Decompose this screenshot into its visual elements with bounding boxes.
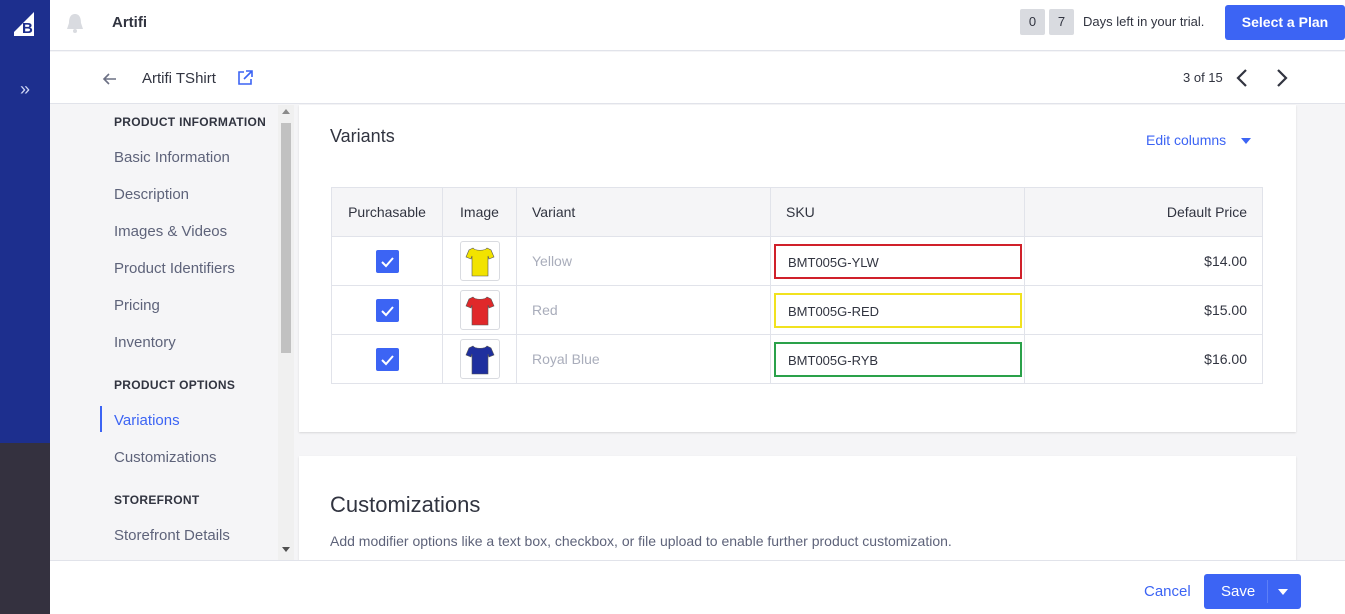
trial-text: Days left in your trial. (1083, 14, 1205, 29)
caret-down-icon[interactable] (1241, 138, 1251, 144)
caret-down-icon[interactable] (1278, 589, 1288, 595)
column-header-image[interactable]: Image (442, 187, 517, 237)
variant-image[interactable] (459, 339, 500, 379)
bell-icon[interactable] (64, 12, 86, 34)
variants-card: Variants Edit columns Purchasable Image … (299, 105, 1296, 432)
customizations-card: Customizations Add modifier options like… (299, 456, 1296, 566)
chevron-right-icon[interactable] (1271, 67, 1291, 89)
nav-item-customizations[interactable]: Customizations (114, 449, 217, 466)
tshirt-icon (465, 296, 494, 326)
table-header-row: Purchasable Image Variant SKU Default Pr… (331, 187, 1263, 237)
scroll-up-arrow-icon[interactable] (282, 109, 290, 114)
nav-item-description[interactable]: Description (114, 186, 189, 203)
svg-text:B: B (22, 20, 33, 37)
variant-name: Royal Blue (532, 351, 600, 367)
top-header: Artifi 0 7 Days left in your trial. Sele… (50, 0, 1345, 51)
scroll-down-arrow-icon[interactable] (282, 547, 290, 552)
side-navigation: PRODUCT INFORMATION Basic Information De… (50, 105, 278, 560)
left-rail: B » (0, 0, 50, 614)
table-row: Yellow BMT005G-YLW $14.00 (331, 236, 1263, 286)
expand-chevrons-icon[interactable]: » (0, 78, 50, 100)
column-header-default-price[interactable]: Default Price (1024, 187, 1263, 237)
nav-item-basic-information[interactable]: Basic Information (114, 149, 230, 166)
sku-input[interactable]: BMT005G-RYB (774, 341, 1022, 377)
nav-section-product-information: PRODUCT INFORMATION (114, 115, 267, 129)
edit-columns-link[interactable]: Edit columns (1146, 132, 1226, 148)
bigcommerce-logo-icon[interactable]: B (12, 10, 40, 38)
checkmark-icon (380, 256, 394, 267)
purchasable-checkbox[interactable] (375, 249, 399, 273)
store-name: Artifi (112, 14, 147, 31)
nav-section-storefront: STOREFRONT (114, 493, 200, 507)
variants-table: Purchasable Image Variant SKU Default Pr… (331, 187, 1263, 384)
customizations-title: Customizations (330, 492, 481, 517)
product-title: Artifi TShirt (142, 70, 216, 87)
nav-item-variations[interactable]: Variations (114, 412, 180, 429)
table-row: Red BMT005G-RED $15.00 (331, 285, 1263, 335)
tshirt-icon (465, 247, 494, 277)
save-button[interactable]: Save (1204, 574, 1301, 609)
nav-item-storefront-details[interactable]: Storefront Details (114, 527, 230, 544)
table-row: Royal Blue BMT005G-RYB $16.00 (331, 334, 1263, 384)
column-header-purchasable[interactable]: Purchasable (331, 187, 443, 237)
cancel-button[interactable]: Cancel (1144, 583, 1191, 600)
default-price[interactable]: $16.00 (1204, 351, 1247, 367)
column-header-variant[interactable]: Variant (516, 187, 771, 237)
default-price[interactable]: $15.00 (1204, 302, 1247, 318)
product-header: Artifi TShirt 3 of 15 (50, 52, 1345, 104)
trial-days-digit-2: 7 (1049, 9, 1074, 35)
nav-item-images-videos[interactable]: Images & Videos (114, 223, 227, 240)
nav-item-product-identifiers[interactable]: Product Identifiers (114, 260, 235, 277)
column-header-sku[interactable]: SKU (770, 187, 1025, 237)
select-plan-button[interactable]: Select a Plan (1225, 5, 1345, 40)
save-divider (1267, 580, 1268, 603)
variant-name: Yellow (532, 253, 572, 269)
customizations-description: Add modifier options like a text box, ch… (330, 533, 952, 549)
nav-item-inventory[interactable]: Inventory (114, 334, 176, 351)
default-price[interactable]: $14.00 (1204, 253, 1247, 269)
variants-title: Variants (330, 126, 395, 146)
sku-input[interactable]: BMT005G-RED (774, 292, 1022, 328)
nav-active-indicator (100, 406, 102, 432)
nav-item-pricing[interactable]: Pricing (114, 297, 160, 314)
checkmark-icon (380, 305, 394, 316)
variant-name: Red (532, 302, 558, 318)
purchasable-checkbox[interactable] (375, 347, 399, 371)
save-label: Save (1221, 583, 1256, 600)
nav-section-product-options: PRODUCT OPTIONS (114, 378, 236, 392)
variant-image[interactable] (459, 241, 500, 281)
tshirt-icon (465, 345, 494, 375)
variant-image[interactable] (459, 290, 500, 330)
back-arrow-icon[interactable] (100, 69, 120, 89)
left-rail-top (0, 0, 50, 443)
pager-text: 3 of 15 (1183, 70, 1223, 85)
purchasable-checkbox[interactable] (375, 298, 399, 322)
trial-days-digit-1: 0 (1020, 9, 1045, 35)
scrollbar-thumb[interactable] (281, 123, 291, 353)
external-link-icon[interactable] (236, 69, 254, 87)
sidenav-scrollbar[interactable] (278, 105, 294, 560)
chevron-left-icon[interactable] (1233, 67, 1253, 89)
checkmark-icon (380, 354, 394, 365)
footer-bar: Cancel Save (50, 560, 1345, 614)
sku-input[interactable]: BMT005G-YLW (774, 243, 1022, 279)
